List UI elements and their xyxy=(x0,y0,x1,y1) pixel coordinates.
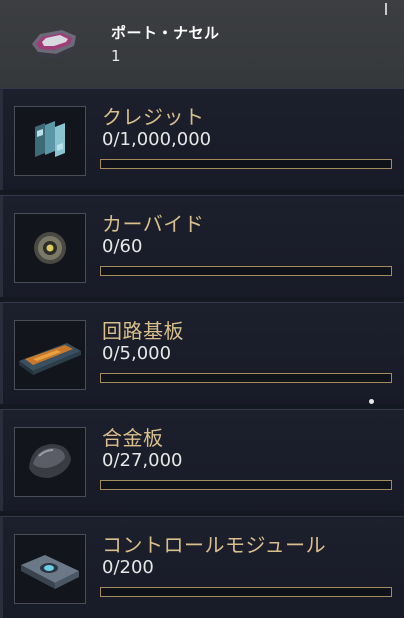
item-header: ポート・ナセル 1 xyxy=(0,0,404,88)
item-name: コントロールモジュール xyxy=(102,533,327,557)
alloy-plate-icon xyxy=(29,444,71,478)
item-progress: 0/27,000 xyxy=(102,450,183,471)
item-progress: 0/1,000,000 xyxy=(102,129,212,150)
requirement-row-credits[interactable]: クレジット 0/1,000,000 xyxy=(0,88,404,190)
item-title: ポート・ナセル xyxy=(111,24,220,42)
scroll-dot xyxy=(369,399,374,404)
item-icon-frame xyxy=(14,427,86,497)
progress-bar xyxy=(100,480,392,490)
requirement-row-carbide[interactable]: カーバイド 0/60 xyxy=(0,195,404,297)
progress-bar xyxy=(100,266,392,276)
item-name: 回路基板 xyxy=(102,319,184,343)
item-progress: 0/60 xyxy=(102,236,143,257)
credits-icon xyxy=(35,121,65,157)
item-icon-frame xyxy=(14,213,86,283)
scroll-indicator xyxy=(385,3,387,15)
control-module-icon xyxy=(21,555,79,589)
item-icon-frame xyxy=(14,320,86,390)
requirement-row-alloy-plate[interactable]: 合金板 0/27,000 xyxy=(0,409,404,511)
item-progress: 0/5,000 xyxy=(102,343,172,364)
item-name: クレジット xyxy=(102,105,205,129)
requirement-row-control-module[interactable]: コントロールモジュール 0/200 xyxy=(0,516,404,618)
item-icon-frame xyxy=(14,106,86,176)
carbide-icon xyxy=(34,232,66,264)
progress-bar xyxy=(100,587,392,597)
progress-bar xyxy=(100,159,392,169)
requirement-row-circuit-board[interactable]: 回路基板 0/5,000 xyxy=(0,302,404,404)
progress-bar xyxy=(100,373,392,383)
circuit-board-icon xyxy=(19,343,81,375)
item-name: カーバイド xyxy=(102,212,205,236)
item-icon-frame xyxy=(14,534,86,604)
port-nacelle-icon xyxy=(32,30,76,58)
item-progress: 0/200 xyxy=(102,557,154,578)
item-count: 1 xyxy=(111,47,121,65)
item-name: 合金板 xyxy=(102,426,164,450)
